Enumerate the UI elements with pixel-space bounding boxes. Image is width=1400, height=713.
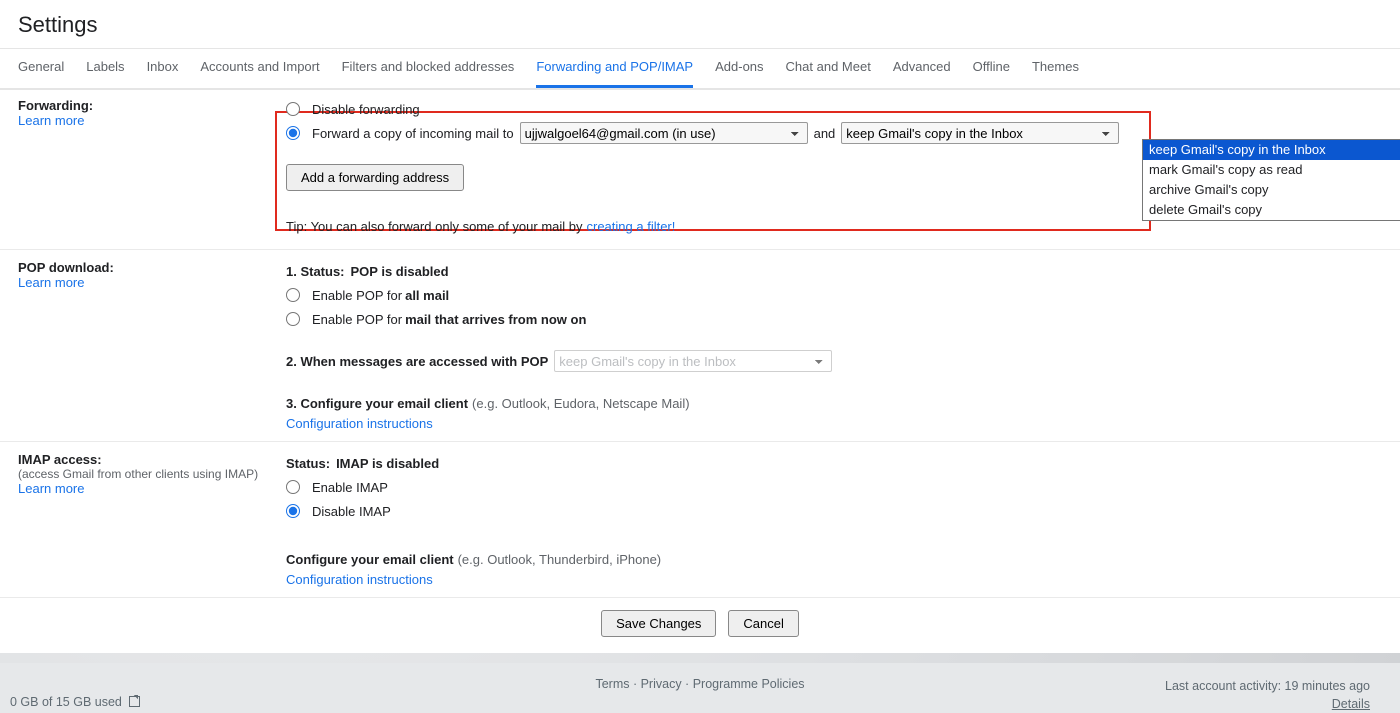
imap-configure-hint: (e.g. Outlook, Thunderbird, iPhone) (458, 552, 662, 567)
forward-action-option[interactable]: archive Gmail's copy (1143, 180, 1400, 200)
disable-forwarding-label: Disable forwarding (312, 102, 420, 117)
tab-add-ons[interactable]: Add-ons (715, 59, 763, 88)
save-changes-button[interactable]: Save Changes (601, 610, 716, 637)
pop-from-now-radio[interactable] (286, 312, 300, 326)
settings-header: Settings (0, 0, 1400, 49)
enable-imap-radio[interactable] (286, 480, 300, 494)
forward-copy-radio[interactable] (286, 126, 300, 140)
tab-offline[interactable]: Offline (973, 59, 1010, 88)
footer-privacy[interactable]: Privacy (641, 677, 682, 691)
footer-terms[interactable]: Terms (595, 677, 629, 691)
pop-config-instructions-link[interactable]: Configuration instructions (286, 416, 433, 431)
forward-action-dropdown-open[interactable]: keep Gmail's copy in the Inboxmark Gmail… (1142, 139, 1400, 221)
forward-action-option[interactable]: mark Gmail's copy as read (1143, 160, 1400, 180)
and-label: and (814, 126, 836, 141)
imap-status-prefix: Status: (286, 456, 330, 471)
imap-configure-label: Configure your email client (286, 552, 454, 567)
pop-configure-label: 3. Configure your email client (286, 396, 468, 411)
tab-accounts-and-import[interactable]: Accounts and Import (200, 59, 319, 88)
footer-policies[interactable]: Programme Policies (693, 677, 805, 691)
pop-all-mail-bold: all mail (405, 288, 449, 303)
enable-imap-label: Enable IMAP (312, 480, 388, 495)
footer: Terms · Privacy · Programme Policies Las… (0, 653, 1400, 691)
forward-action-option[interactable]: delete Gmail's copy (1143, 200, 1400, 220)
disable-forwarding-radio[interactable] (286, 102, 300, 116)
pop-learn-more[interactable]: Learn more (18, 275, 84, 290)
forward-action-option[interactable]: keep Gmail's copy in the Inbox (1143, 140, 1400, 160)
imap-learn-more[interactable]: Learn more (18, 481, 84, 496)
tab-chat-and-meet[interactable]: Chat and Meet (786, 59, 871, 88)
pop-from-now-prefix: Enable POP for (312, 312, 402, 327)
forwarding-tip-text: Tip: You can also forward only some of y… (286, 219, 583, 234)
imap-status-value: IMAP is disabled (336, 456, 439, 471)
pop-all-mail-radio[interactable] (286, 288, 300, 302)
tab-filters-and-blocked-addresses[interactable]: Filters and blocked addresses (342, 59, 515, 88)
forward-address-select[interactable]: ujjwalgoel64@gmail.com (in use) (520, 122, 808, 144)
pop-configure-hint: (e.g. Outlook, Eudora, Netscape Mail) (472, 396, 690, 411)
cancel-button[interactable]: Cancel (728, 610, 798, 637)
pop-all-mail-prefix: Enable POP for (312, 288, 402, 303)
storage-used: 0 GB of 15 GB used (10, 695, 122, 709)
pop-status-value: POP is disabled (351, 264, 449, 279)
tab-labels[interactable]: Labels (86, 59, 124, 88)
forwarding-label: Forwarding: (18, 98, 286, 113)
tab-forwarding-and-pop-imap[interactable]: Forwarding and POP/IMAP (536, 59, 693, 88)
settings-content: Forwarding: Learn more Disable forwardin… (0, 90, 1400, 653)
disable-imap-label: Disable IMAP (312, 504, 391, 519)
create-filter-link[interactable]: creating a filter! (587, 219, 676, 234)
imap-label: IMAP access: (18, 452, 286, 467)
tab-general[interactable]: General (18, 59, 64, 88)
pop-label: POP download: (18, 260, 286, 275)
pop-access-label: 2. When messages are accessed with POP (286, 354, 548, 369)
activity-details-link[interactable]: Details (1332, 697, 1370, 711)
tab-themes[interactable]: Themes (1032, 59, 1079, 88)
page-title: Settings (0, 0, 1400, 48)
pop-from-now-bold: mail that arrives from now on (405, 312, 586, 327)
add-forwarding-address-button[interactable]: Add a forwarding address (286, 164, 464, 191)
disable-imap-radio[interactable] (286, 504, 300, 518)
forward-action-select[interactable]: keep Gmail's copy in the Inbox (841, 122, 1119, 144)
pop-status-prefix: 1. Status: (286, 264, 345, 279)
forwarding-learn-more[interactable]: Learn more (18, 113, 84, 128)
pop-action-select: keep Gmail's copy in the Inbox (554, 350, 832, 372)
last-activity: Last account activity: 19 minutes ago (1165, 677, 1370, 695)
imap-config-instructions-link[interactable]: Configuration instructions (286, 572, 433, 587)
tab-inbox[interactable]: Inbox (147, 59, 179, 88)
forward-copy-label: Forward a copy of incoming mail to (312, 126, 514, 141)
external-link-icon[interactable] (129, 696, 140, 707)
imap-hint: (access Gmail from other clients using I… (18, 467, 286, 481)
settings-tabs: General Labels Inbox Accounts and Import Fil… (0, 49, 1400, 89)
tab-advanced[interactable]: Advanced (893, 59, 951, 88)
